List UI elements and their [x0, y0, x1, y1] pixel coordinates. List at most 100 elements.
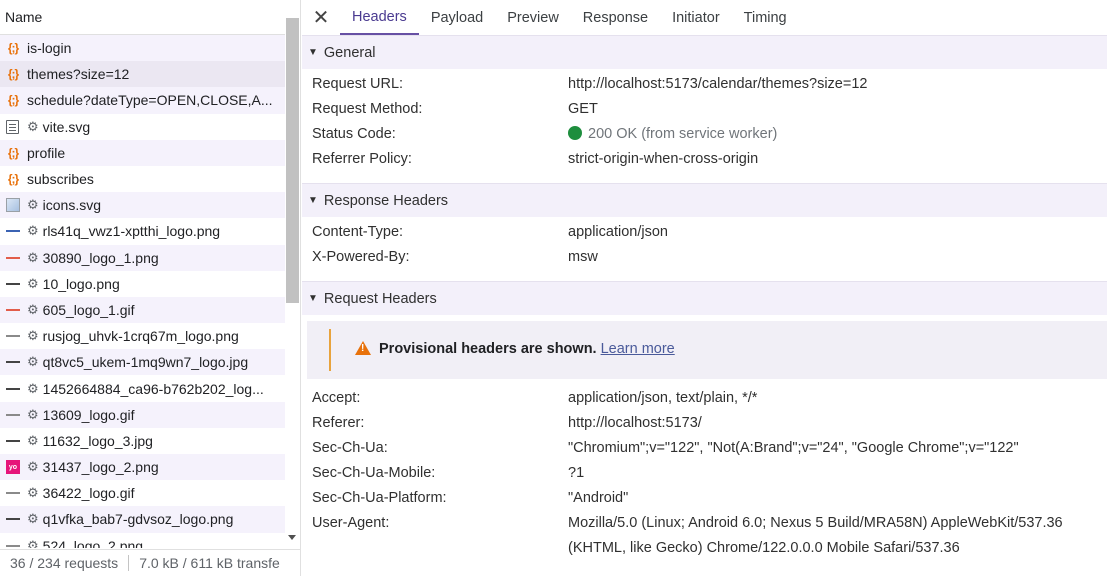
request-name: themes?size=12: [27, 66, 130, 83]
request-name: rusjog_uhvk-1crq67m_logo.png: [42, 328, 239, 345]
status-code-value[interactable]: 200 OK (from service worker): [568, 126, 777, 142]
request-name: 31437_logo_2.png: [42, 459, 159, 476]
sec-ch-ua-platform-value[interactable]: "Android": [568, 490, 628, 506]
request-url-value[interactable]: http://localhost:5173/calendar/themes?si…: [568, 76, 867, 92]
x-powered-by-value[interactable]: msw: [568, 249, 598, 265]
accept-value[interactable]: application/json, text/plain, */*: [568, 390, 757, 406]
referrer-policy-value[interactable]: strict-origin-when-cross-origin: [568, 151, 758, 167]
sec-ch-ua-platform-key: Sec-Ch-Ua-Platform:: [312, 490, 447, 506]
request-name: 1452664884_ca96-b762b202_log...: [42, 380, 264, 397]
request-name: 36422_logo.gif: [42, 485, 135, 502]
request-url-key: Request URL:: [312, 76, 404, 92]
tab-headers[interactable]: Headers: [340, 0, 419, 35]
request-name: 605_logo_1.gif: [42, 301, 135, 318]
sec-ch-ua-value[interactable]: "Chromium";v="122", "Not(A:Brand";v="24"…: [568, 440, 1019, 456]
request-row[interactable]: ⚙ rls41q_vwz1-xptthi_logo.png: [0, 218, 285, 244]
json-icon: {;}: [7, 41, 19, 56]
request-method-value[interactable]: GET: [568, 101, 598, 117]
image-icon: [6, 198, 20, 213]
thumb-icon: [6, 279, 20, 289]
request-row[interactable]: ⚙ 13609_logo.gif: [0, 401, 285, 428]
service-worker-gear-icon: ⚙: [27, 118, 39, 134]
request-name: 524_logo_2.png: [42, 537, 144, 548]
request-count: 36 / 234 requests: [10, 555, 119, 571]
request-row[interactable]: ⚙ 30890_logo_1.png: [0, 244, 285, 271]
yo-icon: yo: [6, 460, 20, 475]
provisional-headers-warning: Provisional headers are shown.Learn more: [307, 321, 1107, 379]
json-icon: {;}: [7, 145, 19, 160]
request-name: is-login: [27, 40, 72, 57]
user-agent-value-continued[interactable]: (KHTML, like Gecko) Chrome/122.0.0.0 Mob…: [568, 540, 960, 556]
user-agent-value[interactable]: Mozilla/5.0 (Linux; Android 6.0; Nexus 5…: [568, 515, 1063, 531]
request-row[interactable]: ⚙ 1452664884_ca96-b762b202_log...: [0, 375, 285, 401]
request-list-scrollbar[interactable]: [285, 18, 300, 548]
general-section-header[interactable]: ▼ General: [302, 35, 1107, 69]
request-row[interactable]: ⚙ 11632_logo_3.jpg: [0, 428, 285, 454]
sec-ch-ua-mobile-key: Sec-Ch-Ua-Mobile:: [312, 465, 436, 481]
request-name: 11632_logo_3.jpg: [42, 432, 153, 449]
collapse-triangle-icon: ▼: [308, 195, 318, 206]
request-row[interactable]: ⚙ 605_logo_1.gif: [0, 296, 285, 324]
tab-initiator[interactable]: Initiator: [660, 0, 732, 35]
status-code-key: Status Code:: [312, 126, 396, 142]
learn-more-link[interactable]: Learn more: [601, 341, 675, 357]
request-row[interactable]: {;} is-login: [0, 35, 285, 62]
service-worker-gear-icon: ⚙: [27, 380, 39, 396]
request-row[interactable]: ⚙ icons.svg: [0, 192, 285, 219]
request-name: schedule?dateType=OPEN,CLOSE,A...: [27, 92, 273, 109]
x-powered-by-key: X-Powered-By:: [312, 249, 410, 265]
json-icon: {;}: [7, 172, 19, 187]
collapse-triangle-icon: ▼: [308, 293, 318, 304]
tab-payload[interactable]: Payload: [419, 0, 495, 35]
name-column-header[interactable]: Name: [0, 0, 301, 35]
request-name: rls41q_vwz1-xptthi_logo.png: [42, 223, 221, 240]
referer-key: Referer:: [312, 415, 365, 431]
thumb-icon: [6, 331, 20, 341]
service-worker-gear-icon: ⚙: [27, 511, 39, 527]
request-row[interactable]: yo ⚙ 31437_logo_2.png: [0, 454, 285, 481]
thumb-icon: [6, 305, 20, 315]
request-row[interactable]: ⚙ rusjog_uhvk-1crq67m_logo.png: [0, 323, 285, 349]
document-icon: [6, 119, 19, 134]
request-row[interactable]: ⚙ 36422_logo.gif: [0, 480, 285, 506]
collapse-triangle-icon: ▼: [308, 47, 318, 58]
tab-response[interactable]: Response: [571, 0, 660, 35]
response-headers-section-header[interactable]: ▼ Response Headers: [302, 183, 1107, 217]
json-icon: {;}: [7, 93, 19, 108]
thumb-icon: [6, 226, 20, 236]
tab-timing[interactable]: Timing: [732, 0, 799, 35]
request-row[interactable]: {;} subscribes: [0, 166, 285, 192]
request-row[interactable]: {;} profile: [0, 139, 285, 166]
request-headers-section-header[interactable]: ▼ Request Headers: [302, 281, 1107, 315]
scroll-down-arrow-icon[interactable]: [288, 535, 296, 540]
request-list-pane: Name {;} is-login {;} themes?size=12 {;} sche…: [0, 0, 301, 576]
service-worker-gear-icon: ⚙: [27, 301, 39, 317]
request-name: 30890_logo_1.png: [42, 249, 159, 266]
request-name: 13609_logo.gif: [42, 406, 135, 423]
request-row[interactable]: ⚙ q1vfka_bab7-gdvsoz_logo.png: [0, 506, 285, 533]
tab-preview[interactable]: Preview: [495, 0, 571, 35]
content-type-key: Content-Type:: [312, 224, 404, 240]
user-agent-key: User-Agent:: [312, 515, 390, 531]
service-worker-gear-icon: ⚙: [27, 197, 39, 213]
transfer-size: 7.0 kB / 611 kB transfe: [139, 555, 280, 571]
referer-value[interactable]: http://localhost:5173/: [568, 415, 702, 431]
request-row[interactable]: {;} schedule?dateType=OPEN,CLOSE,A...: [0, 87, 285, 114]
request-row[interactable]: ⚙ 524_logo_2.png: [0, 533, 285, 548]
request-row[interactable]: ⚙ vite.svg: [0, 114, 285, 140]
service-worker-gear-icon: ⚙: [27, 537, 39, 548]
request-row[interactable]: {;} themes?size=12: [0, 61, 285, 88]
content-type-value[interactable]: application/json: [568, 224, 668, 240]
details-tab-bar: ✕ Headers Payload Preview Response Initi…: [302, 0, 1107, 36]
thumb-icon: [6, 488, 20, 498]
request-name: qt8vc5_ukem-1mq9wn7_logo.jpg: [42, 354, 249, 371]
request-row[interactable]: ⚙ qt8vc5_ukem-1mq9wn7_logo.jpg: [0, 349, 285, 376]
sec-ch-ua-mobile-value[interactable]: ?1: [568, 465, 584, 481]
scrollbar-thumb[interactable]: [286, 18, 299, 303]
service-worker-gear-icon: ⚙: [27, 328, 39, 344]
service-worker-gear-icon: ⚙: [27, 354, 39, 370]
request-row[interactable]: ⚙ 10_logo.png: [0, 271, 285, 297]
close-icon[interactable]: ✕: [302, 0, 340, 35]
request-name: icons.svg: [42, 197, 102, 214]
service-worker-gear-icon: ⚙: [27, 275, 39, 291]
